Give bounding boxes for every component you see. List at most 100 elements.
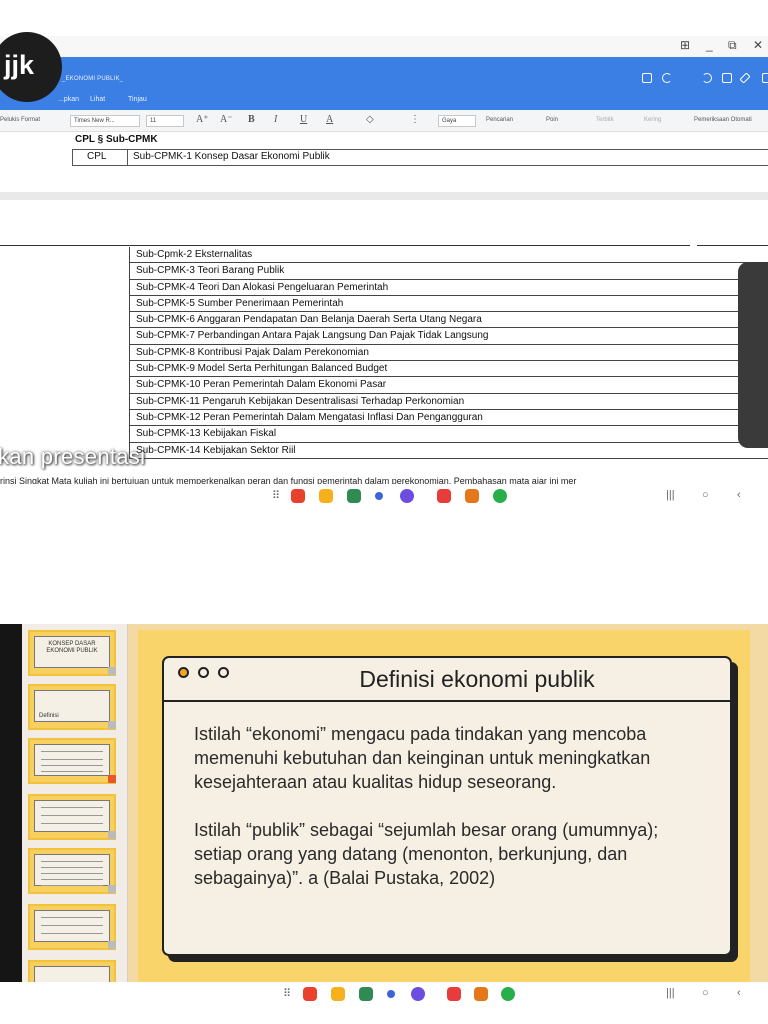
menu-lihat[interactable]: Lihat — [90, 96, 105, 103]
document-title: _EKONOMI PUBLIK_ — [62, 76, 124, 82]
slide-body: Istilah “ekonomi” mengacu pada tindakan … — [194, 722, 704, 890]
thumbnail-line — [41, 823, 103, 824]
table-row: Sub-CPMK-13 Kebijakan Fiskal — [129, 426, 768, 443]
messenger-icon[interactable] — [411, 987, 425, 1001]
recents-icon[interactable]: ||| — [666, 489, 675, 501]
underline-icon[interactable]: U — [300, 114, 307, 125]
chat-icon[interactable] — [465, 489, 479, 503]
table-row: Sub-CPMK-7 Perbandingan Antara Pajak Lan… — [129, 328, 768, 345]
search-button[interactable]: Pencarian — [486, 117, 513, 123]
calendar-icon[interactable] — [347, 489, 361, 503]
table-row: Sub-CPMK-10 Peran Pemerintah Dalam Ekono… — [129, 377, 768, 394]
save-icon[interactable] — [642, 73, 652, 83]
yellow-app-icon[interactable] — [319, 489, 333, 503]
table-top-border — [0, 245, 690, 246]
blue-app-icon[interactable] — [387, 990, 395, 998]
home-icon[interactable]: ○ — [702, 489, 709, 501]
minimize-icon[interactable]: _ — [706, 38, 713, 52]
more-icon[interactable] — [762, 73, 768, 83]
grid-icon[interactable]: ⠿ — [272, 489, 280, 502]
thumbnail-line — [41, 879, 103, 880]
table-row: Sub-CPMK-12 Peran Pemerintah Dalam Menga… — [129, 409, 768, 427]
undo-icon[interactable] — [662, 73, 672, 83]
italic-icon[interactable]: I — [274, 114, 277, 125]
back-icon[interactable]: ‹ — [737, 987, 741, 999]
slide-thumbnail[interactable] — [28, 738, 116, 784]
format-painter-button[interactable]: Pelukis Format — [0, 117, 40, 123]
more-format-icon[interactable]: ⋮ — [410, 114, 420, 125]
thumbnail-content — [34, 910, 110, 942]
bullet-button[interactable]: Poin — [546, 117, 558, 123]
slide-number-badge — [108, 941, 116, 949]
thumbnail-line — [41, 873, 103, 874]
redo-icon[interactable] — [702, 73, 712, 83]
window-split-icon[interactable]: ⊞ — [680, 38, 690, 52]
slide-number-badge — [108, 775, 116, 783]
slide-thumbnail[interactable]: Definisi — [28, 684, 116, 730]
presentation-screenshot: KONSEP DASAR EKONOMI PUBLIK Definisi Def… — [0, 624, 768, 1024]
numbering-button[interactable]: Terbitk — [596, 117, 614, 123]
messenger-icon[interactable] — [400, 489, 414, 503]
font-size-select[interactable]: 11 — [146, 115, 184, 127]
red-app-icon[interactable] — [303, 987, 317, 1001]
slide-number-badge — [108, 721, 116, 729]
slide-thumbnail[interactable] — [28, 794, 116, 840]
wps-icon[interactable] — [447, 987, 461, 1001]
shrink-font-icon[interactable]: A⁻ — [220, 114, 233, 125]
blue-app-icon[interactable] — [375, 492, 383, 500]
restore-icon[interactable]: ⧉ — [728, 38, 737, 53]
chat-icon[interactable] — [474, 987, 488, 1001]
calendar-icon[interactable] — [359, 987, 373, 1001]
font-name-select[interactable]: Times New R... — [70, 115, 140, 127]
thumbnail-line — [41, 815, 103, 816]
main-slide[interactable]: Definisi ekonomi publik Istilah “ekonomi… — [138, 630, 750, 982]
highlight-icon[interactable]: ◇ — [366, 114, 374, 125]
menu-sisipkan[interactable]: ...pkan — [58, 96, 79, 103]
grow-font-icon[interactable]: A⁺ — [196, 114, 209, 125]
close-icon[interactable]: ✕ — [753, 38, 763, 52]
cpl-label: CPL — [87, 151, 107, 162]
autocheck-button[interactable]: Pemeriksaan Otomati — [694, 117, 752, 123]
slide-thumbnail-panel: KONSEP DASAR EKONOMI PUBLIK Definisi — [22, 624, 128, 1006]
whatsapp-icon[interactable] — [501, 987, 515, 1001]
slide-thumbnail[interactable] — [28, 848, 116, 894]
android-taskbar: ⠿ ||| ○ ‹ — [0, 982, 768, 1008]
thumbnail-content — [34, 800, 110, 832]
bold-icon[interactable]: B — [248, 114, 255, 125]
slide-card: Definisi ekonomi publik Istilah “ekonomi… — [162, 656, 732, 956]
android-taskbar: ⠿ ||| ○ ‹ — [0, 484, 768, 508]
grid-icon[interactable]: ⠿ — [283, 987, 291, 1000]
side-panel-handle[interactable] — [738, 262, 768, 448]
recents-icon[interactable]: ||| — [666, 987, 675, 999]
yellow-app-icon[interactable] — [331, 987, 345, 1001]
thumbnail-title: KONSEP DASAR EKONOMI PUBLIK — [46, 641, 98, 654]
style-select[interactable]: Gaya — [438, 115, 476, 127]
thumbnail-content — [34, 854, 110, 886]
home-icon[interactable]: ○ — [702, 987, 709, 999]
thumbnail-line — [41, 917, 103, 918]
thumbnail-content — [34, 744, 110, 776]
table-row: Sub-CPMK-5 Sumber Penerimaan Pemerintah — [129, 295, 768, 313]
back-icon[interactable]: ‹ — [737, 489, 741, 501]
sub-cpmk-1: Sub-CPMK-1 Konsep Dasar Ekonomi Publik — [133, 151, 330, 162]
slide-thumbnail[interactable]: KONSEP DASAR EKONOMI PUBLIK — [28, 630, 116, 676]
menu-tinjau[interactable]: Tinjau — [128, 96, 147, 103]
spacing-button[interactable]: Kering — [644, 117, 661, 123]
table-row: Sub-CPMK-9 Model Serta Perhitungan Balan… — [129, 361, 768, 378]
red-app-icon[interactable] — [291, 489, 305, 503]
cell-divider — [127, 150, 128, 165]
slide-thumbnail[interactable] — [28, 904, 116, 950]
font-color-icon[interactable]: A — [326, 114, 333, 125]
wps-icon[interactable] — [437, 489, 451, 503]
whatsapp-icon[interactable] — [493, 489, 507, 503]
cpl-row: CPL Sub-CPMK-1 Konsep Dasar Ekonomi Publ… — [72, 149, 768, 166]
thumbnail-content: KONSEP DASAR EKONOMI PUBLIK — [34, 636, 110, 668]
thumbnail-line — [41, 925, 103, 926]
slide-card-header: Definisi ekonomi publik — [164, 658, 730, 702]
thumbnail-line — [41, 759, 103, 760]
thumbnail-line — [41, 861, 103, 862]
table-row: Sub-Cpmk-2 Eksternalitas — [129, 247, 768, 264]
menu-icon[interactable] — [722, 73, 732, 83]
editor-screenshot: ⊞ _ ⧉ ✕ _EKONOMI PUBLIK_ ...pkan Lihat T… — [0, 0, 768, 508]
sub-cpmk-table: Sub-Cpmk-2 Eksternalitas Sub-CPMK-3 Teor… — [129, 247, 768, 459]
